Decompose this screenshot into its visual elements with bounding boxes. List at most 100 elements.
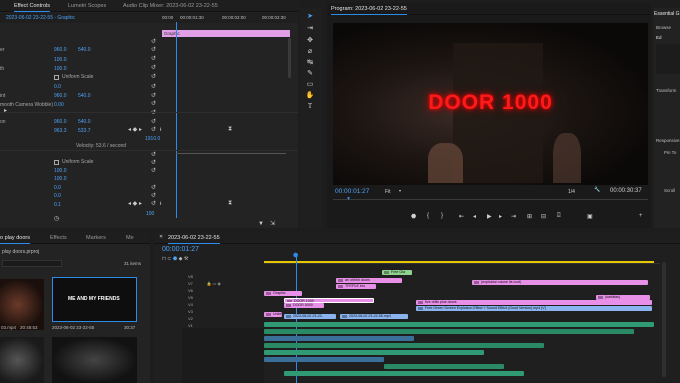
ec-value[interactable]: 540.0 [78, 119, 91, 125]
ec-value[interactable]: 100.0 [54, 176, 67, 182]
project-thumb[interactable] [0, 279, 44, 330]
chevron-down-icon[interactable]: ▾ [399, 189, 401, 193]
step-back-icon[interactable]: ◂ [473, 213, 476, 220]
extract-icon[interactable]: ⊟ [541, 213, 546, 220]
timeline-clip[interactable]: Free Gla [382, 270, 412, 275]
hand-tool-icon[interactable]: ✋ [305, 91, 315, 101]
mark-out-icon[interactable]: } [441, 213, 443, 219]
track-v6[interactable]: V6 [188, 288, 193, 293]
work-area-bar[interactable] [264, 261, 654, 263]
selection-tool-icon[interactable]: ➤ [305, 12, 315, 22]
reset-icon[interactable]: ↺ [151, 56, 156, 62]
reset-icon[interactable]: ↺ [151, 65, 156, 71]
ec-value[interactable]: 100.0 [54, 57, 67, 63]
tab-edit[interactable]: Ed [656, 35, 662, 40]
program-scrubber[interactable] [333, 199, 648, 204]
project-thumb[interactable] [52, 337, 137, 383]
keyframe-nav-icon[interactable]: ◂ ◆ ▸ [128, 201, 142, 207]
fit-dropdown[interactable]: Fit [385, 189, 391, 195]
wrench-icon[interactable]: 🔧 [594, 188, 600, 193]
ec-value[interactable]: 0.0 [54, 193, 61, 199]
eg-section-responsive[interactable]: Responsive [656, 138, 680, 143]
timeline-clip[interactable]: 2023-06-02 23-22-55.mp4 [340, 314, 408, 319]
ec-value[interactable]: 960.0 [54, 93, 67, 99]
wrench-icon[interactable]: ⚒ [184, 256, 188, 262]
reset-icon[interactable]: ↺ [151, 47, 156, 53]
audio-clip[interactable] [284, 371, 524, 376]
audio-clip[interactable] [264, 336, 414, 341]
keyframe-hourglass-icon[interactable]: ⧗ [228, 200, 232, 206]
export-icon[interactable]: ⇲ [270, 221, 275, 227]
audio-clip[interactable] [264, 357, 384, 362]
program-timecode[interactable]: 00:00:01:27 [335, 188, 369, 195]
tab-media[interactable]: Me [126, 235, 134, 241]
timeline-clip[interactable]: five drills plus doors [416, 300, 652, 305]
track-v4[interactable]: V4 [188, 302, 193, 307]
stopwatch-icon[interactable]: ◷ [54, 216, 59, 222]
resolution-dropdown[interactable]: 1/4 [568, 189, 575, 195]
track-v8[interactable]: V8 [188, 274, 193, 279]
reset-icon[interactable]: ↺ [151, 201, 156, 207]
uniform-scale-checkbox[interactable] [54, 75, 59, 80]
tab-browse[interactable]: Browse [656, 25, 671, 30]
keyframe-hourglass-icon[interactable]: ⧗ [228, 126, 232, 132]
reset-icon[interactable]: ↺ [151, 168, 156, 174]
go-to-in-icon[interactable]: ⇤ [459, 213, 464, 220]
reset-icon[interactable]: ↺ [151, 93, 156, 99]
uniform-scale-checkbox-2[interactable] [54, 160, 59, 165]
add-marker-icon[interactable]: ⬣ [411, 213, 416, 220]
slip-tool-icon[interactable]: ↹ [305, 58, 315, 68]
reset-icon[interactable]: ↺ [151, 39, 156, 45]
ec-playhead[interactable] [176, 22, 177, 218]
timeline-clip[interactable]: 2023-06-02 23-22- [284, 314, 336, 319]
audio-clip[interactable] [264, 350, 484, 355]
audio-clip[interactable] [384, 364, 504, 369]
reset-icon[interactable]: ↺ [151, 160, 156, 166]
tab-project[interactable]: o play doors [0, 235, 30, 244]
step-forward-icon[interactable]: ▸ [499, 213, 502, 220]
reset-icon[interactable]: ↺ [151, 74, 156, 80]
reset-icon[interactable]: ↺ [151, 193, 156, 199]
pen-tool-icon[interactable]: ✎ [305, 69, 315, 79]
timeline-clip[interactable]: DOOR 5000 [284, 303, 324, 308]
camera-icon[interactable]: ⌼ [557, 213, 561, 220]
eg-section-transform[interactable]: Transform [656, 88, 676, 93]
reset-icon[interactable]: ↺ [151, 152, 156, 158]
ec-value[interactable]: 963.3 [54, 128, 67, 134]
ec-value[interactable]: 0.0 [54, 84, 61, 90]
playhead-marker-icon[interactable]: ▼ [346, 197, 351, 202]
project-search-input[interactable] [2, 260, 62, 267]
audio-clip[interactable] [264, 329, 634, 334]
compare-icon[interactable]: ▣ [587, 213, 593, 220]
timeline-clip[interactable]: Uniiel [264, 312, 282, 317]
ec-value[interactable]: 0.0 [54, 185, 61, 191]
tab-effect-controls[interactable]: Effect Controls [14, 3, 50, 12]
audio-clip[interactable] [264, 322, 654, 327]
ec-value[interactable]: 100.0 [54, 168, 67, 174]
track-v5[interactable]: V5 [188, 295, 193, 300]
timeline-clip[interactable]: (sarfafas) [596, 295, 650, 300]
reset-icon[interactable]: ↺ [151, 110, 156, 116]
lift-icon[interactable]: ⊞ [527, 213, 532, 220]
ec-value[interactable]: 0.00 [54, 102, 64, 108]
ec-value[interactable]: 540.0 [78, 47, 91, 53]
add-button-icon[interactable]: + [639, 213, 643, 219]
ec-scrollbar[interactable] [288, 38, 291, 78]
ec-bottom-value[interactable]: 100 [146, 211, 154, 217]
ec-value[interactable]: 0.1 [54, 202, 61, 208]
close-icon[interactable]: ✕ [159, 235, 163, 240]
reset-icon[interactable]: ↺ [151, 127, 156, 133]
timeline-clip[interactable]: an ohhhh doors [336, 278, 402, 283]
ec-value[interactable]: 1910.0 [145, 136, 160, 142]
ec-value[interactable]: 960.0 [54, 47, 67, 53]
keyframe-icon[interactable]: ᵼ [160, 201, 161, 207]
reset-icon[interactable]: ↺ [151, 119, 156, 125]
ec-expand-icon[interactable]: ▸ [4, 108, 7, 114]
timeline-clip[interactable]: (explosion cause its cool) [472, 280, 648, 285]
track-v7[interactable]: V7 [188, 281, 193, 286]
ec-clip-bar[interactable]: Graphic [162, 30, 290, 37]
tab-timeline-sequence[interactable]: 2023-06-02 23-22-55 [168, 235, 220, 244]
timeline-clip[interactable]: Graphic [264, 291, 302, 296]
play-icon[interactable]: ▶ [487, 213, 492, 220]
tab-effects[interactable]: Effects [50, 235, 67, 241]
